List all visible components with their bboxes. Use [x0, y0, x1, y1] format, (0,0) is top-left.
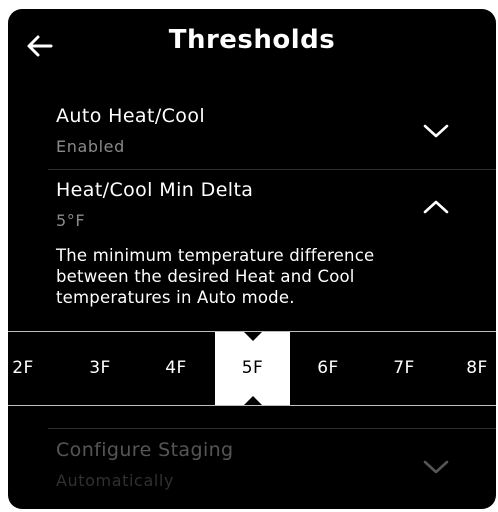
picker-notch-bottom	[243, 396, 262, 405]
picker-option-7f[interactable]: 7F	[374, 332, 434, 405]
picker-notch-top	[243, 332, 262, 341]
picker-option-6f[interactable]: 6F	[298, 332, 358, 405]
setting-description: The minimum temperature difference betwe…	[56, 246, 375, 307]
divider	[48, 169, 496, 170]
divider	[48, 428, 496, 429]
picker-option-3f[interactable]: 3F	[70, 332, 130, 405]
chevron-down-icon[interactable]	[422, 457, 450, 477]
thermostat-screen: Thresholds Auto Heat/Cool Enabled Heat/C…	[8, 9, 496, 509]
setting-configure-staging[interactable]: Configure Staging Automatically	[8, 433, 496, 509]
picker-option-8f[interactable]: 8F	[458, 332, 496, 405]
setting-value: 5°F	[56, 211, 86, 230]
setting-auto-heat-cool[interactable]: Auto Heat/Cool Enabled	[8, 99, 496, 165]
setting-title: Auto Heat/Cool	[56, 105, 206, 127]
setting-title: Configure Staging	[56, 439, 234, 461]
picker-option-2f[interactable]: 2F	[8, 332, 38, 405]
header: Thresholds	[8, 9, 496, 77]
setting-title: Heat/Cool Min Delta	[56, 179, 254, 201]
picker-option-5f-selected[interactable]: 5F	[215, 332, 290, 405]
setting-heat-cool-min-delta[interactable]: Heat/Cool Min Delta 5°F	[8, 173, 496, 243]
setting-value: Automatically	[56, 471, 175, 490]
picker-option-4f[interactable]: 4F	[146, 332, 206, 405]
chevron-down-icon[interactable]	[422, 121, 450, 141]
chevron-up-icon[interactable]	[422, 197, 450, 217]
setting-value: Enabled	[56, 137, 125, 156]
page-title: Thresholds	[168, 25, 336, 55]
picker-selected-label: 5F	[241, 358, 264, 378]
delta-picker[interactable]: 2F 3F 4F 5F 6F 7F 8F	[8, 331, 496, 406]
